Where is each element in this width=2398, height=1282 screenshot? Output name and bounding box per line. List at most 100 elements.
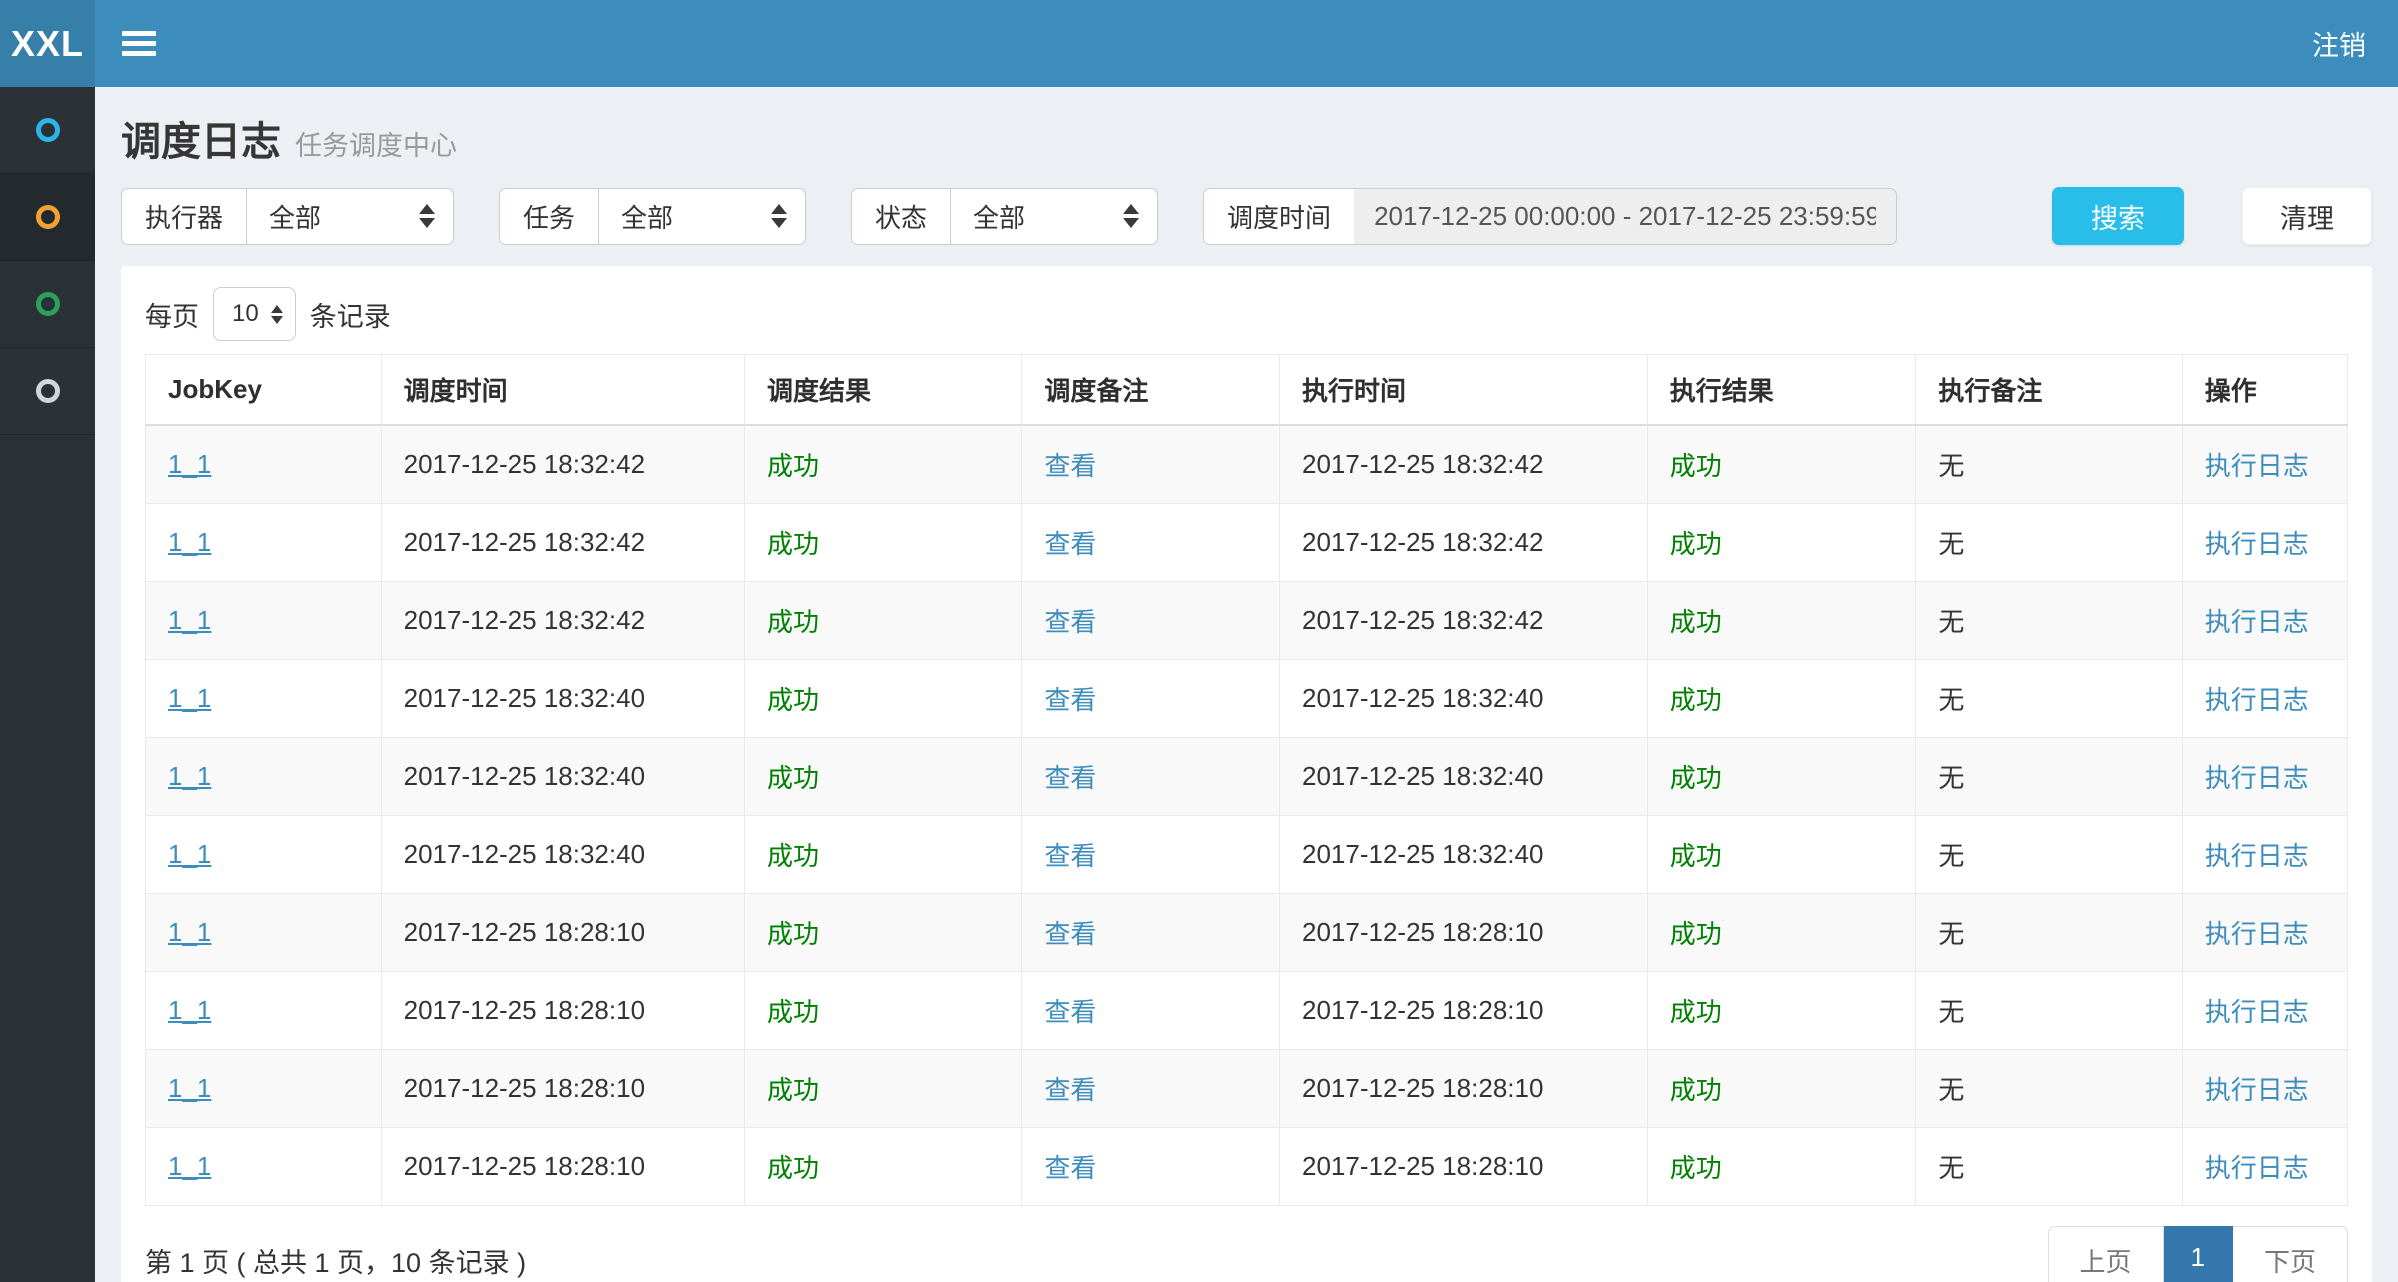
table-cell: 成功	[744, 660, 1021, 738]
pagesize-select[interactable]: 10	[213, 287, 296, 341]
table-cell: 2017-12-25 18:32:42	[381, 582, 744, 660]
job-key-link[interactable]: 1_1	[168, 995, 211, 1025]
trigger-result: 成功	[767, 1153, 819, 1183]
table-cell: 查看	[1022, 894, 1280, 972]
trigger-msg-link[interactable]: 查看	[1044, 529, 1096, 559]
table-cell: 无	[1916, 504, 2182, 582]
table-cell: 执行日志	[2182, 660, 2347, 738]
table-cell: 成功	[1647, 1050, 1916, 1128]
trigger-msg-link[interactable]: 查看	[1044, 451, 1096, 481]
pagesize-prefix: 每页	[145, 295, 199, 334]
table-cell: 2017-12-25 18:32:42	[381, 504, 744, 582]
executor-filter-value: 全部	[269, 198, 321, 235]
handle-result: 成功	[1670, 451, 1722, 481]
column-header: 执行时间	[1280, 355, 1648, 426]
execution-log-link[interactable]: 执行日志	[2205, 919, 2309, 949]
trigger-result: 成功	[767, 529, 819, 559]
column-header: 执行结果	[1647, 355, 1916, 426]
execution-log-link[interactable]: 执行日志	[2205, 1153, 2309, 1183]
sidebar-item-4[interactable]	[0, 348, 95, 435]
table-cell: 成功	[744, 582, 1021, 660]
table-cell: 执行日志	[2182, 894, 2347, 972]
table-cell: 查看	[1022, 425, 1280, 504]
sidebar-item-1[interactable]	[0, 87, 95, 174]
table-cell: 无	[1916, 1128, 2182, 1206]
prev-page-button[interactable]: 上页	[2048, 1226, 2164, 1282]
job-key-link[interactable]: 1_1	[168, 1151, 211, 1181]
handle-result: 成功	[1670, 919, 1722, 949]
sidebar-toggle-icon[interactable]	[122, 26, 156, 61]
main-content: 调度日志任务调度中心 执行器 全部 任务 全部 状态 全部	[95, 87, 2398, 1282]
job-key-link[interactable]: 1_1	[168, 683, 211, 713]
trigger-msg-link[interactable]: 查看	[1044, 607, 1096, 637]
table-cell: 成功	[1647, 738, 1916, 816]
table-cell: 查看	[1022, 1050, 1280, 1128]
trigger-msg-link[interactable]: 查看	[1044, 919, 1096, 949]
execution-log-link[interactable]: 执行日志	[2205, 763, 2309, 793]
circle-icon	[36, 205, 60, 229]
table-cell: 1_1	[146, 504, 382, 582]
sidebar-item-3[interactable]	[0, 261, 95, 348]
app-logo[interactable]: XXL	[0, 0, 95, 87]
trigger-msg-link[interactable]: 查看	[1044, 997, 1096, 1027]
job-key-link[interactable]: 1_1	[168, 839, 211, 869]
table-cell: 2017-12-25 18:32:40	[1280, 816, 1648, 894]
trigger-time: 2017-12-25 18:32:42	[404, 527, 645, 557]
logout-link[interactable]: 注销	[2312, 24, 2366, 63]
trigger-result: 成功	[767, 685, 819, 715]
table-cell: 2017-12-25 18:32:40	[381, 816, 744, 894]
job-filter-value: 全部	[621, 198, 673, 235]
current-page-button[interactable]: 1	[2164, 1226, 2233, 1282]
table-cell: 无	[1916, 972, 2182, 1050]
job-key-link[interactable]: 1_1	[168, 1073, 211, 1103]
next-page-button[interactable]: 下页	[2233, 1226, 2348, 1282]
job-filter-select[interactable]: 全部	[598, 188, 806, 245]
sidebar-item-2[interactable]	[0, 174, 95, 261]
status-filter-label: 状态	[851, 188, 950, 245]
execution-log-link[interactable]: 执行日志	[2205, 841, 2309, 871]
job-key-link[interactable]: 1_1	[168, 761, 211, 791]
search-button[interactable]: 搜索	[2052, 187, 2184, 245]
trigger-time: 2017-12-25 18:28:10	[404, 917, 645, 947]
trigger-time-filter: 调度时间	[1203, 188, 1897, 245]
job-key-link[interactable]: 1_1	[168, 449, 211, 479]
handle-msg: 无	[1938, 529, 1964, 559]
execution-log-link[interactable]: 执行日志	[2205, 451, 2309, 481]
table-header-row: JobKey调度时间调度结果调度备注执行时间执行结果执行备注操作	[146, 355, 2348, 426]
handle-result: 成功	[1670, 685, 1722, 715]
table-cell: 执行日志	[2182, 504, 2347, 582]
table-cell: 执行日志	[2182, 582, 2347, 660]
status-filter-select[interactable]: 全部	[950, 188, 1158, 245]
execution-log-link[interactable]: 执行日志	[2205, 1075, 2309, 1105]
table-cell: 查看	[1022, 972, 1280, 1050]
table-cell: 成功	[1647, 972, 1916, 1050]
trigger-msg-link[interactable]: 查看	[1044, 841, 1096, 871]
handle-msg: 无	[1938, 451, 1964, 481]
trigger-msg-link[interactable]: 查看	[1044, 685, 1096, 715]
trigger-msg-link[interactable]: 查看	[1044, 1153, 1096, 1183]
trigger-time: 2017-12-25 18:28:10	[404, 995, 645, 1025]
table-cell: 2017-12-25 18:28:10	[381, 1128, 744, 1206]
handle-result: 成功	[1670, 607, 1722, 637]
trigger-time-range-input[interactable]	[1354, 188, 1897, 245]
status-filter-value: 全部	[973, 198, 1025, 235]
job-key-link[interactable]: 1_1	[168, 605, 211, 635]
table-cell: 无	[1916, 582, 2182, 660]
table-cell: 2017-12-25 18:32:42	[1280, 582, 1648, 660]
table-cell: 1_1	[146, 972, 382, 1050]
trigger-msg-link[interactable]: 查看	[1044, 1075, 1096, 1105]
execution-log-link[interactable]: 执行日志	[2205, 997, 2309, 1027]
job-key-link[interactable]: 1_1	[168, 917, 211, 947]
execution-log-link[interactable]: 执行日志	[2205, 529, 2309, 559]
table-cell: 无	[1916, 816, 2182, 894]
trigger-msg-link[interactable]: 查看	[1044, 763, 1096, 793]
clear-button[interactable]: 清理	[2242, 187, 2372, 245]
executor-filter-select[interactable]: 全部	[246, 188, 454, 245]
column-header: 调度时间	[381, 355, 744, 426]
job-key-link[interactable]: 1_1	[168, 527, 211, 557]
table-cell: 查看	[1022, 816, 1280, 894]
table-row: 1_12017-12-25 18:32:42成功查看2017-12-25 18:…	[146, 582, 2348, 660]
select-stepper-icon	[271, 305, 283, 324]
execution-log-link[interactable]: 执行日志	[2205, 685, 2309, 715]
execution-log-link[interactable]: 执行日志	[2205, 607, 2309, 637]
